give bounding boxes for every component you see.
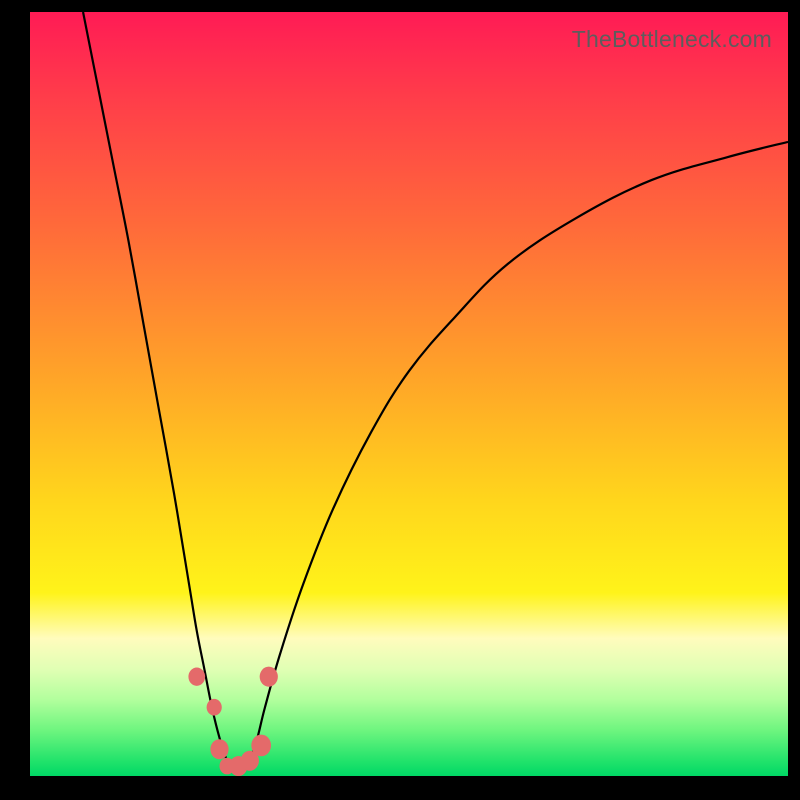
curve-marker bbox=[188, 668, 205, 686]
marker-layer bbox=[30, 12, 788, 776]
curve-marker bbox=[251, 735, 271, 757]
marker-group bbox=[188, 667, 277, 776]
curve-marker bbox=[207, 699, 222, 716]
curve-marker bbox=[210, 739, 228, 759]
curve-marker bbox=[260, 667, 278, 687]
chart-plot-area: TheBottleneck.com bbox=[30, 12, 788, 776]
